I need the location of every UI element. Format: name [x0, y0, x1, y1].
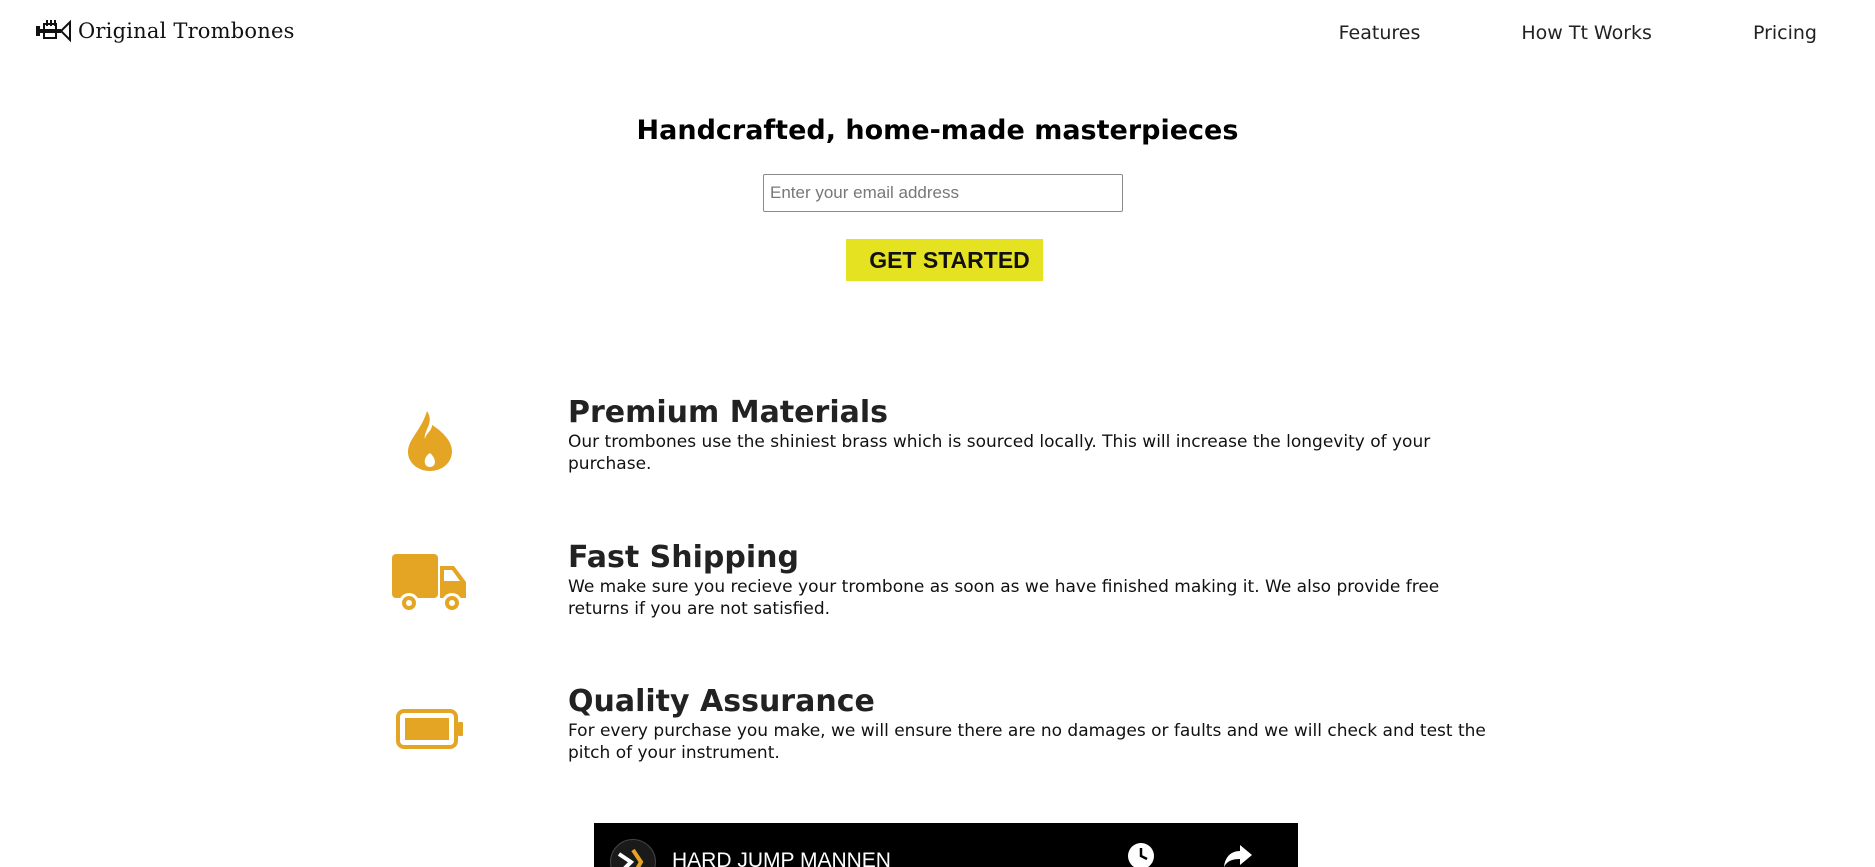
brand-name: Original Trombones — [78, 19, 295, 43]
channel-avatar[interactable] — [610, 839, 656, 867]
feature-title: Fast Shipping — [568, 540, 799, 575]
feature-title: Quality Assurance — [568, 684, 875, 719]
brand-logo[interactable]: Original Trombones — [34, 18, 295, 44]
feature-description: Our trombones use the shiniest brass whi… — [568, 432, 1431, 474]
feature-fast-shipping: Fast Shipping We make sure you recieve y… — [380, 540, 1580, 650]
feature-description: For every purchase you make, we will ens… — [568, 721, 1486, 763]
email-input[interactable] — [763, 174, 1123, 212]
main-nav: Features How Tt Works Pricing — [1339, 22, 1817, 44]
feature-title: Premium Materials — [568, 395, 888, 430]
get-started-button[interactable]: GET STARTED — [846, 239, 1043, 281]
site-header: Original Trombones Features How Tt Works… — [0, 0, 1875, 66]
feature-description: We make sure you recieve your trombone a… — [568, 577, 1440, 619]
clock-icon[interactable] — [1126, 841, 1156, 867]
video-title[interactable]: HARD JUMP MANNEN — [672, 849, 891, 867]
nav-link-how-it-works[interactable]: How Tt Works — [1521, 22, 1652, 44]
truck-icon — [380, 540, 480, 630]
nav-link-pricing[interactable]: Pricing — [1753, 22, 1817, 44]
feature-premium-materials: Premium Materials Our trombones use the … — [380, 395, 1580, 505]
fire-icon — [380, 395, 480, 485]
battery-full-icon — [380, 684, 480, 774]
feature-quality-assurance: Quality Assurance For every purchase you… — [380, 684, 1580, 794]
nav-link-features[interactable]: Features — [1339, 22, 1421, 44]
hero-title: Handcrafted, home-made masterpieces — [636, 115, 1239, 146]
video-embed[interactable]: HARD JUMP MANNEN — [594, 823, 1298, 867]
trumpet-logo-icon — [36, 19, 71, 43]
hero-section: Handcrafted, home-made masterpieces GET … — [0, 113, 1875, 281]
share-icon[interactable] — [1222, 841, 1254, 867]
